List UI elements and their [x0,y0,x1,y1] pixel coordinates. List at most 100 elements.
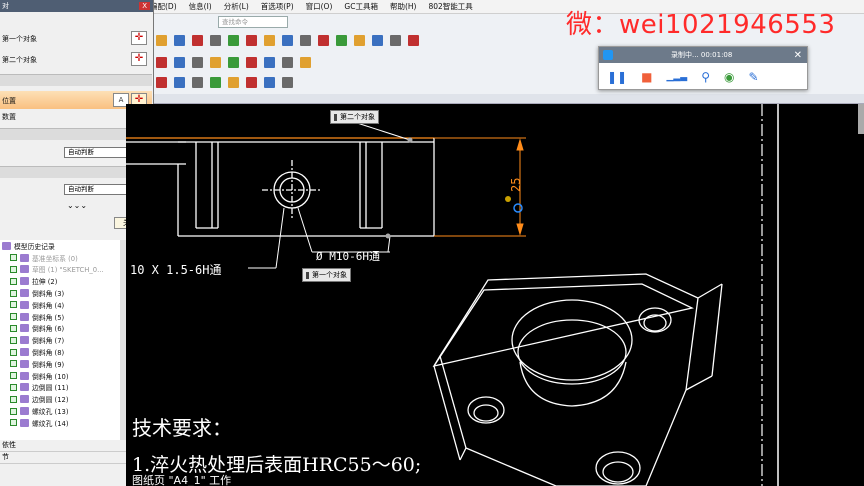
stop-icon[interactable]: ■ [641,70,652,84]
volume-bars-icon[interactable]: ▁▂▃ [666,72,687,82]
thread-note: 10 X 1.5-6H通 [130,263,221,277]
arc-icon[interactable] [228,56,239,68]
details-section[interactable]: 节 [0,452,126,464]
history-item-label: 拉伸 (2) [32,278,58,287]
break-icon[interactable] [390,34,401,46]
second-object-tag: 第二个对象 [330,110,379,124]
history-item[interactable]: 倒斜角 (6) [0,323,125,335]
checkbox-icon[interactable] [10,313,17,321]
checkbox-icon[interactable] [10,419,17,427]
xyz-icon[interactable] [408,34,419,46]
history-item[interactable]: 边倒圆 (12) [0,393,125,405]
first-object-select-icon[interactable]: ✛ [131,31,147,45]
drawing-canvas[interactable]: 25 10 X 1.5-6H通 Ø M10-6H通 第二个对象 第一个对象 技术… [126,104,864,486]
second-object-select-icon[interactable]: ✛ [131,52,147,66]
dependencies-section[interactable]: 依性 [0,440,126,452]
center-icon[interactable] [192,56,203,68]
section-icon[interactable] [336,34,347,46]
tolerance-icon[interactable] [246,34,257,46]
point-icon[interactable] [174,76,185,88]
checkbox-icon[interactable] [10,324,17,332]
quadrant-icon[interactable] [282,76,293,88]
circle-icon[interactable] [156,56,167,68]
menu-gc-toolbox[interactable]: GC工具箱 [344,1,378,12]
trim-icon[interactable] [246,56,257,68]
feature-icon [20,300,29,309]
checkbox-icon[interactable] [10,301,17,309]
text-icon[interactable] [300,34,311,46]
projection-icon[interactable] [372,34,383,46]
command-search-input[interactable]: 查找命令 [218,16,288,28]
history-item[interactable]: 倒斜角 (10) [0,370,125,382]
checkbox-icon[interactable] [10,383,17,391]
checkbox-icon[interactable] [10,277,17,285]
symbol-icon[interactable] [192,34,203,46]
drag-handle-icon[interactable] [513,203,523,213]
history-item-label: 倒斜角 (4) [32,301,65,310]
pen-icon[interactable]: ✎ [749,70,759,84]
recorder-toolbar: ❚❚ ■ ▁▂▃ ⚲ ◉ ✎ [599,63,807,91]
canvas-scrollbar[interactable] [858,104,864,134]
history-item[interactable]: 螺纹孔 (14) [0,417,125,429]
detail-icon[interactable] [354,34,365,46]
angle-icon[interactable] [210,34,221,46]
menu-window[interactable]: 窗口(O) [306,1,333,12]
dimension-icon[interactable] [156,34,167,46]
history-item[interactable]: 螺纹孔 (13) [0,405,125,417]
hole-note: Ø M10-6H通 [316,250,380,263]
menu-preferences[interactable]: 首选项(P) [261,1,294,12]
grid-icon[interactable] [192,76,203,88]
checkbox-icon[interactable] [10,372,17,380]
checkbox-icon[interactable] [10,395,17,403]
menu-help[interactable]: 帮助(H) [390,1,417,12]
checkbox-icon[interactable] [10,407,17,415]
datum-icon[interactable] [264,34,275,46]
offset-icon[interactable] [264,56,275,68]
checkbox-icon[interactable] [10,265,17,273]
feature-icon [20,289,29,298]
checkbox-icon[interactable] [10,348,17,356]
checkbox-icon[interactable] [10,289,17,297]
history-item[interactable]: 边倒圆 (11) [0,382,125,394]
note-icon[interactable] [228,34,239,46]
section-header-origin[interactable] [0,74,152,86]
history-item[interactable]: 模型历史记录 [0,240,125,252]
history-item[interactable]: 倒斜角 (3) [0,287,125,299]
history-item[interactable]: 拉伸 (2) [0,275,125,287]
checkbox-icon[interactable] [10,254,17,262]
recorder-close-icon[interactable]: ✕ [794,50,802,61]
feature-icon[interactable] [174,34,185,46]
history-item[interactable]: 倒斜角 (4) [0,299,125,311]
feature-icon [2,241,11,250]
anchor-point [385,233,391,239]
diameter-icon[interactable] [174,56,185,68]
checkbox-icon[interactable] [10,360,17,368]
table-icon[interactable] [282,34,293,46]
history-item[interactable]: 草图 (1) "SKETCH_0... [0,264,125,276]
history-item[interactable]: 倒斜角 (8) [0,346,125,358]
tangent-icon[interactable] [264,76,275,88]
checkbox-icon[interactable] [10,336,17,344]
midpoint-icon[interactable] [228,76,239,88]
recorder-header: 录制中... 00:01:08 ✕ [599,47,807,63]
snap-icon[interactable] [156,76,167,88]
view-icon[interactable] [318,34,329,46]
line-icon[interactable] [210,56,221,68]
camera-icon[interactable]: ◉ [724,70,734,84]
history-item[interactable]: 倒斜角 (7) [0,334,125,346]
pause-icon[interactable]: ❚❚ [607,70,627,84]
intersection-icon[interactable] [210,76,221,88]
feature-icon [20,277,29,286]
mic-icon[interactable]: ⚲ [701,70,710,84]
history-item[interactable]: 倒斜角 (5) [0,311,125,323]
endpoint-icon[interactable] [246,76,257,88]
dimension-handle[interactable] [505,196,511,202]
menu-info[interactable]: 信息(I) [189,1,212,12]
history-item[interactable]: 倒斜角 (9) [0,358,125,370]
dialog-close-button[interactable]: X [139,2,150,10]
menu-802-tools[interactable]: 802智能工具 [428,1,472,12]
mirror-icon[interactable] [282,56,293,68]
menu-analysis[interactable]: 分析(L) [224,1,249,12]
array-icon[interactable] [300,56,311,68]
history-item[interactable]: 基准坐标系 (0) [0,252,125,264]
